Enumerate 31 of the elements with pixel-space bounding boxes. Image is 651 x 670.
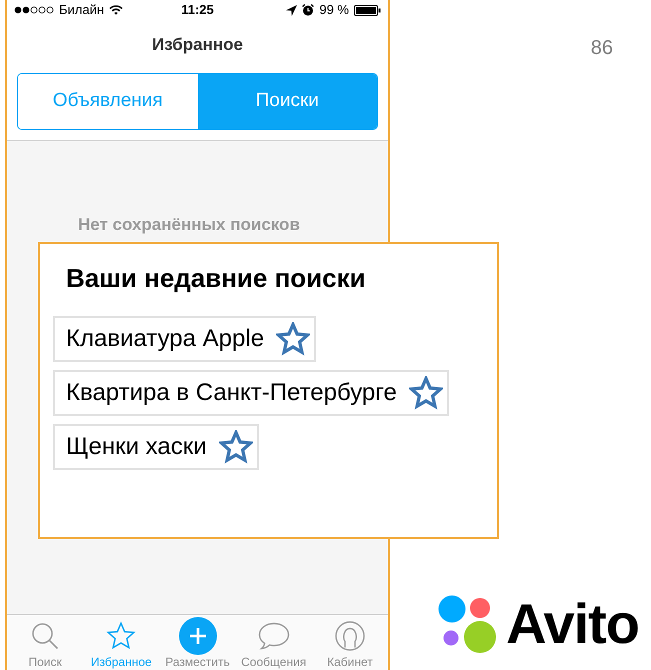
callout-heading: Ваши недавние поиски <box>66 263 366 293</box>
user-profile-icon <box>334 620 365 650</box>
recent-search-chip[interactable]: Щенки хаски <box>53 424 259 470</box>
page-number: 86 <box>590 36 613 60</box>
location-arrow-icon <box>286 4 298 16</box>
star-icon <box>218 430 253 464</box>
battery-percent: 99 % <box>319 2 349 18</box>
search-icon <box>31 622 60 650</box>
empty-message: Нет сохранённых поисков <box>78 215 300 234</box>
status-time: 11:25 <box>181 2 214 18</box>
signal-strength-icon <box>14 6 54 14</box>
alarm-clock-icon <box>302 4 314 16</box>
carrier-name: Билайн <box>59 2 104 18</box>
plus-icon <box>178 616 216 654</box>
tab-bar-item[interactable]: Разместить <box>159 616 236 670</box>
segment-tab[interactable]: Поиски <box>198 74 377 129</box>
star-icon <box>408 376 443 410</box>
wifi-icon <box>109 5 124 15</box>
tab-bar-item[interactable]: Кабинет <box>312 616 388 670</box>
recent-search-chip[interactable]: Квартира в Санкт-Петербурге <box>53 370 449 416</box>
speech-bubble-icon <box>258 622 290 650</box>
battery-icon <box>354 4 381 16</box>
colored-dots-logo-icon <box>438 595 496 653</box>
recent-search-chip[interactable]: Клавиатура Apple <box>53 316 316 362</box>
tab-bar-item[interactable]: Сообщения <box>236 616 312 670</box>
tab-bar-item[interactable]: Поиск <box>7 616 84 670</box>
screen-title: Избранное <box>152 34 243 56</box>
logo-wordmark: Avito <box>506 594 639 654</box>
star-icon <box>276 322 310 356</box>
star-icon <box>106 620 136 650</box>
tab-bar-item[interactable]: Избранное <box>83 616 160 670</box>
